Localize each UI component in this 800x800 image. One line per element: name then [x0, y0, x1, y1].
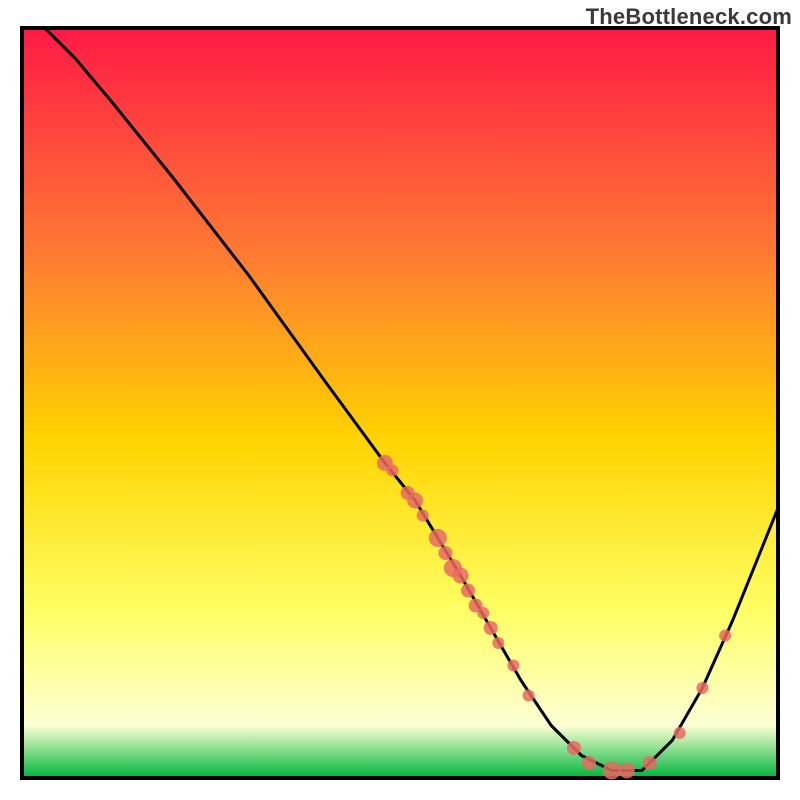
data-point	[492, 637, 504, 649]
data-point	[507, 660, 519, 672]
data-point	[582, 756, 596, 770]
data-point	[484, 621, 498, 635]
data-point	[523, 690, 535, 702]
data-point	[643, 756, 657, 770]
data-point	[567, 741, 581, 755]
plot-background	[22, 28, 778, 778]
data-point	[417, 510, 429, 522]
data-point	[477, 607, 489, 619]
data-point	[453, 568, 469, 584]
data-point	[429, 529, 447, 547]
watermark-text: TheBottleneck.com	[586, 4, 792, 30]
bottleneck-chart	[0, 0, 800, 800]
data-point	[719, 630, 731, 642]
data-point	[674, 727, 686, 739]
data-point	[386, 465, 398, 477]
data-point	[438, 546, 452, 560]
data-point	[407, 493, 423, 509]
data-point	[603, 762, 621, 780]
data-point	[619, 763, 635, 779]
data-point	[696, 682, 708, 694]
data-point	[461, 584, 475, 598]
